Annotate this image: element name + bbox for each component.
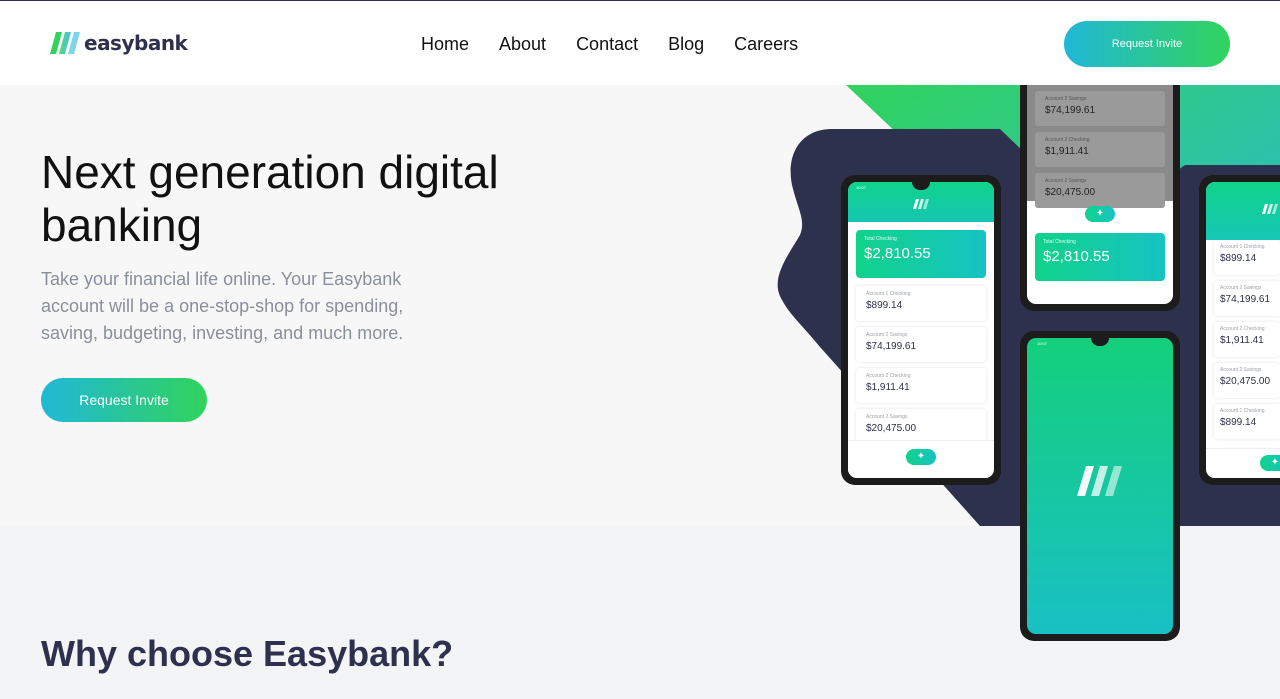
account-label: Account 1 Checking [866, 291, 911, 297]
account-label: Account 2 Checking [1045, 137, 1090, 143]
account-label: Account 2 Savings [1045, 178, 1087, 184]
total-checking-card: Total Checking $2,810.55 [856, 230, 986, 278]
hero-title: Next generation digital banking [41, 146, 499, 251]
phone-footer: ✦ [1206, 448, 1280, 478]
account-card: Account 2 Savings $20,475.00 [1214, 363, 1280, 398]
account-label: Account 2 Savings [866, 414, 908, 420]
transfer-icon: ✦ [906, 449, 936, 465]
logo[interactable]: easybank [50, 30, 188, 56]
hero-request-invite-button[interactable]: Request Invite [41, 378, 207, 422]
phone-mockup-right: Account 1 Checking $899.14 Account 2 Sav… [1199, 175, 1280, 485]
total-label: Total Checking [1043, 239, 1076, 245]
account-amount: $899.14 [1220, 417, 1257, 428]
account-amount: $74,199.61 [1220, 294, 1271, 305]
transfer-row: ✦ [1027, 201, 1173, 225]
account-card: Account 2 Checking $1,911.41 [1035, 132, 1165, 167]
account-amount: $1,911.41 [1045, 146, 1089, 157]
account-card: Account 1 Checking $899.14 [1214, 404, 1280, 439]
account-label: Account 2 Savings [1045, 96, 1087, 102]
account-label: Account 1 Checking [1220, 244, 1265, 250]
account-card: Account 2 Savings $74,199.61 [1214, 281, 1280, 316]
logo-mark-icon [50, 32, 80, 54]
phone-screen: Account 1 Checking $899.14 Account 2 Sav… [1206, 182, 1280, 478]
phone-time: 10:07 [1037, 341, 1048, 346]
phone-mockup-left: 10:07 Total Checking $2,810.55 Account 1… [841, 175, 1001, 485]
why-section-title: Why choose Easybank? [41, 633, 454, 674]
account-amount: $74,199.61 [1045, 105, 1096, 116]
transfer-icon: ✦ [1085, 206, 1115, 222]
account-amount: $899.14 [866, 300, 903, 311]
phone-mockup-center: 10:07 [1020, 331, 1180, 641]
phone-screen: 10:07 Total Checking $2,810.55 Account 1… [848, 182, 994, 478]
account-card: Account 2 Savings $74,199.61 [1035, 91, 1165, 126]
header-request-invite-button[interactable]: Request Invite [1064, 21, 1230, 67]
account-amount: $1,911.41 [1220, 335, 1264, 346]
account-card: Account 2 Checking $1,911.41 [856, 368, 986, 403]
account-label: Account 2 Savings [1220, 367, 1262, 373]
site-header: easybank Home About Contact Blog Careers… [0, 1, 1280, 85]
account-card: Account 2 Checking $1,911.41 [1214, 322, 1280, 357]
phone-mockup-top: Account 2 Savings $74,199.61 Account 2 C… [1020, 61, 1180, 311]
nav-blog[interactable]: Blog [668, 31, 704, 57]
phone-screen: Account 2 Savings $74,199.61 Account 2 C… [1027, 61, 1173, 304]
account-label: Account 2 Savings [866, 332, 908, 338]
account-card: Account 2 Savings $20,475.00 [856, 409, 986, 444]
account-card: Account 1 Checking $899.14 [856, 286, 986, 321]
app-logo-icon [913, 199, 929, 209]
total-amount: $2,810.55 [1043, 248, 1110, 265]
nav-careers[interactable]: Careers [734, 31, 798, 57]
phone-notch [1091, 338, 1109, 346]
account-label: Account 2 Checking [1220, 326, 1265, 332]
app-logo-icon [1262, 204, 1278, 214]
nav-home[interactable]: Home [421, 31, 469, 57]
account-label: Account 2 Checking [866, 373, 911, 379]
main-nav: Home About Contact Blog Careers [421, 31, 828, 57]
total-amount: $2,810.55 [864, 245, 931, 262]
account-card: Account 1 Checking $899.14 [1214, 240, 1280, 275]
hero-description: Take your financial life online. Your Ea… [41, 269, 404, 343]
phone-app-header [1206, 182, 1280, 240]
account-card: Account 2 Savings $74,199.61 [856, 327, 986, 362]
logo-text: easybank [84, 31, 188, 55]
total-label: Total Checking [864, 236, 897, 242]
transfer-icon: ✦ [1260, 455, 1280, 471]
nav-about[interactable]: About [499, 31, 546, 57]
phone-footer: ✦ [848, 440, 994, 478]
account-amount: $899.14 [1220, 253, 1257, 264]
account-amount: $74,199.61 [866, 341, 917, 352]
account-label: Account 2 Savings [1220, 285, 1262, 291]
nav-contact[interactable]: Contact [576, 31, 638, 57]
account-amount: $20,475.00 [1220, 376, 1271, 387]
app-logo-icon [1077, 466, 1122, 496]
phone-time: 10:07 [856, 185, 867, 190]
account-label: Account 1 Checking [1220, 408, 1265, 414]
account-amount: $20,475.00 [1045, 187, 1096, 198]
account-amount: $1,911.41 [866, 382, 910, 393]
total-checking-card: Total Checking $2,810.55 [1035, 233, 1165, 281]
account-amount: $20,475.00 [866, 423, 917, 434]
phone-splash-screen: 10:07 [1027, 338, 1173, 634]
